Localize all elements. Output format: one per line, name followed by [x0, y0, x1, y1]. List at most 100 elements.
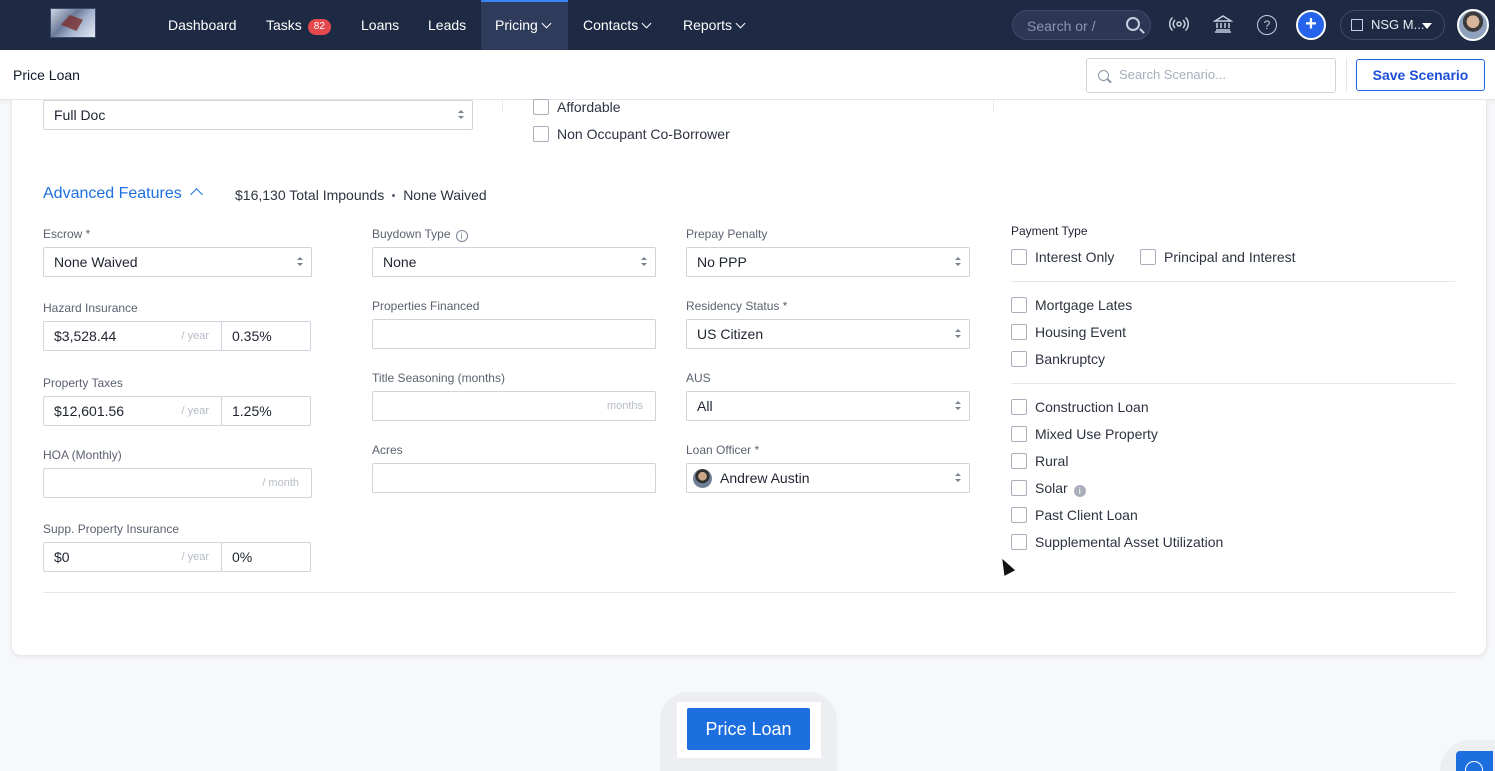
hoa-input[interactable]: / month: [43, 468, 312, 498]
chevron-down-icon: [735, 18, 746, 29]
doc-type-select[interactable]: Full Doc: [43, 100, 473, 130]
rural-checkbox[interactable]: Rural: [1011, 453, 1068, 471]
principal-and-interest-checkbox[interactable]: Principal and Interest: [1140, 249, 1296, 267]
prepay-penalty-label: Prepay Penalty: [686, 227, 768, 241]
chat-icon[interactable]: [1456, 751, 1493, 771]
supp-insurance-amount[interactable]: $0 / year: [43, 542, 222, 572]
non-occupant-co-borrower-checkbox[interactable]: Non Occupant Co-Borrower: [533, 126, 730, 144]
broadcast-icon[interactable]: [1168, 14, 1190, 36]
supplemental-asset-utilization-checkbox[interactable]: Supplemental Asset Utilization: [1011, 534, 1223, 552]
solar-checkbox[interactable]: Solar i: [1011, 480, 1086, 498]
select-arrows-icon: [458, 110, 464, 120]
checkbox-icon: [1140, 249, 1156, 265]
hoa-label: HOA (Monthly): [43, 448, 122, 462]
nav-dashboard[interactable]: Dashboard: [168, 0, 237, 50]
top-nav: Dashboard Tasks 82 Loans Leads Pricing Co…: [0, 0, 1495, 50]
buydown-type-label-text: Buydown Type: [372, 227, 451, 241]
chevron-up-icon: [189, 188, 203, 201]
checkbox-label: Housing Event: [1035, 324, 1127, 340]
properties-financed-label: Properties Financed: [372, 299, 480, 313]
price-loan-button[interactable]: Price Loan: [687, 708, 810, 750]
buydown-type-select[interactable]: None: [372, 247, 656, 277]
residency-status-select[interactable]: US Citizen: [686, 319, 970, 349]
acres-label: Acres: [372, 443, 403, 457]
past-client-loan-checkbox[interactable]: Past Client Loan: [1011, 507, 1138, 525]
checkbox-label: Construction Loan: [1035, 399, 1149, 415]
select-arrows-icon: [955, 329, 961, 339]
loan-officer-select[interactable]: Andrew Austin: [686, 463, 970, 493]
nav-loans[interactable]: Loans: [361, 0, 399, 50]
nav-pricing[interactable]: Pricing: [481, 0, 568, 50]
checkbox-label: Supplemental Asset Utilization: [1035, 534, 1224, 550]
title-seasoning-input[interactable]: months: [372, 391, 656, 421]
global-search[interactable]: Search or /: [1012, 10, 1151, 40]
property-taxes-percent-value: 1.25%: [232, 403, 272, 419]
organization-switcher[interactable]: NSG M...: [1340, 10, 1445, 40]
search-icon: [1098, 70, 1109, 81]
hazard-insurance-percent[interactable]: 0.35%: [221, 321, 311, 351]
user-avatar[interactable]: [1457, 9, 1489, 41]
checkbox-icon: [1011, 297, 1027, 313]
select-arrows-icon: [955, 401, 961, 411]
properties-financed-input[interactable]: [372, 319, 656, 349]
checkbox-icon: [1011, 399, 1027, 415]
help-icon[interactable]: ?: [1257, 15, 1277, 35]
info-icon[interactable]: i: [1073, 485, 1086, 497]
hazard-insurance-amount[interactable]: $3,528.44 / year: [43, 321, 222, 351]
divider: [1346, 58, 1347, 93]
property-taxes-label: Property Taxes: [43, 376, 123, 390]
nav-contacts[interactable]: Contacts: [583, 0, 652, 50]
chevron-down-icon: [541, 18, 552, 29]
escrow-value: None Waived: [54, 254, 138, 270]
nav-tasks[interactable]: Tasks 82: [266, 0, 331, 50]
prepay-penalty-select[interactable]: No PPP: [686, 247, 970, 277]
aus-label: AUS: [686, 371, 711, 385]
bankruptcy-checkbox[interactable]: Bankruptcy: [1011, 351, 1105, 369]
mixed-use-property-checkbox[interactable]: Mixed Use Property: [1011, 426, 1158, 444]
unit-suffix: / year: [181, 405, 209, 417]
select-arrows-icon: [641, 257, 647, 267]
company-logo[interactable]: [50, 8, 96, 38]
supp-insurance-percent[interactable]: 0%: [221, 542, 311, 572]
residency-status-value: US Citizen: [697, 326, 764, 342]
nav-reports[interactable]: Reports: [683, 0, 746, 50]
checkbox-label: Bankruptcy: [1035, 351, 1106, 367]
housing-event-checkbox[interactable]: Housing Event: [1011, 324, 1126, 342]
interest-only-checkbox[interactable]: Interest Only: [1011, 249, 1114, 267]
checkbox-label: Mortgage Lates: [1035, 297, 1133, 313]
scenario-search-input[interactable]: [1119, 67, 1319, 82]
construction-loan-checkbox[interactable]: Construction Loan: [1011, 399, 1149, 417]
info-icon[interactable]: i: [455, 230, 468, 242]
chevron-down-icon: [641, 18, 652, 29]
global-search-placeholder: Search or /: [1027, 18, 1096, 34]
organization-name: NSG M...: [1371, 17, 1425, 32]
divider: [1011, 281, 1455, 282]
divider: [502, 100, 503, 112]
page-title: Price Loan: [13, 67, 80, 83]
title-seasoning-label: Title Seasoning (months): [372, 371, 505, 385]
mortgage-lates-checkbox[interactable]: Mortgage Lates: [1011, 297, 1132, 315]
save-scenario-button[interactable]: Save Scenario: [1356, 59, 1485, 91]
checkbox-label: Mixed Use Property: [1035, 426, 1158, 442]
prepay-penalty-value: No PPP: [697, 254, 747, 270]
nav-leads-label: Leads: [428, 17, 467, 33]
plus-icon[interactable]: +: [1296, 10, 1326, 40]
checkbox-icon: [1011, 453, 1027, 469]
scenario-search[interactable]: [1086, 58, 1336, 93]
tasks-count-badge: 82: [307, 19, 331, 35]
property-taxes-percent[interactable]: 1.25%: [221, 396, 311, 426]
pricing-form-card: [11, 100, 1487, 656]
checkbox-icon: [1011, 324, 1027, 340]
acres-input[interactable]: [372, 463, 656, 493]
property-taxes-amount[interactable]: $12,601.56 / year: [43, 396, 222, 426]
hazard-insurance-value: $3,528.44: [54, 328, 117, 344]
aus-select[interactable]: All: [686, 391, 970, 421]
nav-reports-label: Reports: [683, 17, 733, 33]
unit-suffix: months: [606, 400, 643, 412]
checkbox-icon: [1011, 507, 1027, 523]
nav-leads[interactable]: Leads: [428, 0, 466, 50]
affordable-checkbox[interactable]: Affordable: [533, 99, 621, 117]
escrow-select[interactable]: None Waived: [43, 247, 312, 277]
bank-icon[interactable]: [1212, 14, 1234, 36]
advanced-features-toggle[interactable]: Advanced Features: [43, 185, 203, 203]
